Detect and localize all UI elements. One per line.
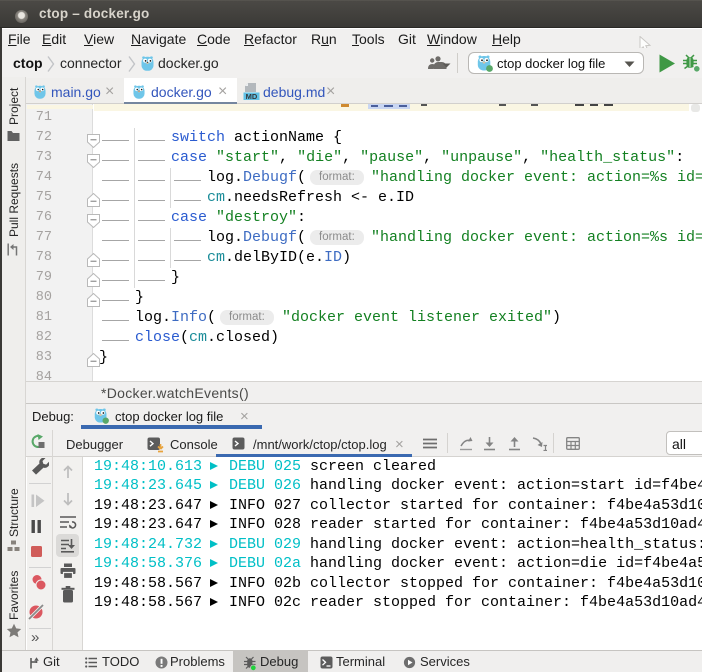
svg-text:MD: MD: [246, 92, 258, 100]
